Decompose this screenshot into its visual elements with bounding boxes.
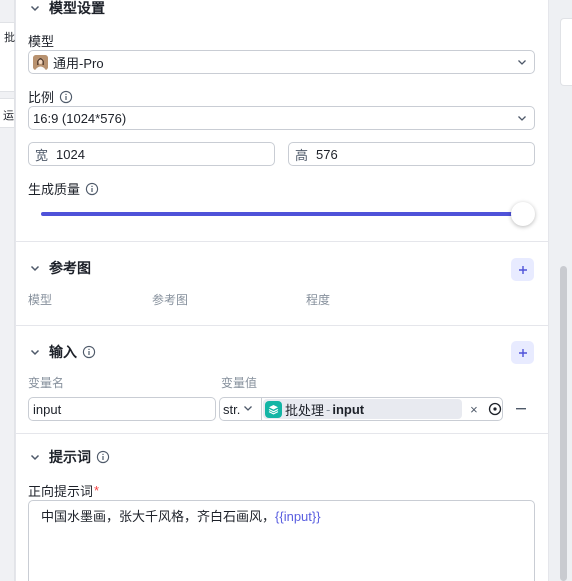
model-label: 模型: [28, 34, 55, 49]
clear-reference-icon[interactable]: ×: [470, 402, 484, 417]
variable-name-value: input: [33, 401, 62, 417]
plus-icon: [518, 265, 527, 274]
info-icon[interactable]: [85, 182, 99, 196]
info-icon[interactable]: [96, 450, 110, 464]
variable-reference-tag[interactable]: 批处理 - input: [263, 399, 463, 419]
canvas-node-label: 批: [4, 32, 15, 44]
panel-scrollbar[interactable]: [560, 266, 567, 581]
section-title: 模型设置: [49, 0, 105, 16]
node-settings-panel: 模型设置 模型 通用-Pro 比例 16:9 (1024*576) 宽 1024…: [15, 0, 549, 581]
section-divider: [16, 325, 548, 326]
ratio-select-value: 16:9 (1024*576): [33, 110, 127, 126]
required-mark: *: [94, 483, 100, 498]
column-header-reference-image: 参考图: [152, 293, 189, 307]
column-header-model: 模型: [28, 293, 53, 307]
add-reference-button[interactable]: [511, 258, 534, 281]
variable-reference-field[interactable]: 批处理 - input ×: [261, 397, 503, 421]
add-input-button[interactable]: [511, 341, 534, 364]
chevron-down-icon: [516, 112, 528, 124]
model-avatar-icon: [33, 54, 48, 70]
height-prefix: 高: [295, 147, 309, 163]
reference-node-name: 批处理: [285, 402, 325, 418]
section-header-input[interactable]: 输入: [28, 342, 96, 362]
width-value: 1024: [56, 146, 85, 162]
chevron-down-icon[interactable]: [28, 345, 42, 359]
target-icon[interactable]: [488, 402, 502, 416]
chevron-down-icon[interactable]: [28, 450, 42, 464]
chevron-down-icon[interactable]: [28, 1, 42, 15]
positive-prompt-label: 正向提示词 *: [28, 483, 100, 499]
height-input[interactable]: 高 576: [288, 142, 535, 166]
column-header-strength: 程度: [306, 293, 331, 307]
quality-label: 生成质量: [28, 179, 99, 198]
remove-input-button[interactable]: [515, 401, 527, 417]
quality-slider-track[interactable]: [41, 212, 523, 216]
positive-prompt-textarea[interactable]: 中国水墨画，张大千风格，齐白石画风，{{input}}: [28, 500, 535, 581]
variable-type-value: str.: [223, 401, 241, 417]
variable-type-select[interactable]: str.: [219, 397, 261, 421]
prompt-variable: {{input}}: [275, 509, 321, 524]
column-header-var-value: 变量值: [221, 376, 258, 390]
section-header-model-settings[interactable]: 模型设置: [28, 0, 105, 18]
ratio-select[interactable]: 16:9 (1024*576): [28, 106, 535, 130]
canvas-node-card[interactable]: 运: [0, 98, 15, 128]
plus-icon: [518, 348, 527, 357]
column-header-var-name: 变量名: [28, 376, 65, 390]
section-header-prompt[interactable]: 提示词: [28, 447, 110, 467]
model-select-value: 通用-Pro: [53, 55, 104, 71]
chevron-down-icon: [516, 56, 528, 68]
info-icon[interactable]: [82, 345, 96, 359]
section-title: 输入: [49, 344, 77, 360]
height-value: 576: [316, 146, 338, 162]
canvas-node-label: 运: [3, 110, 14, 122]
reference-separator: -: [326, 401, 331, 417]
section-title: 参考图: [49, 260, 91, 276]
chevron-down-icon[interactable]: [28, 261, 42, 275]
quality-slider-handle[interactable]: [511, 202, 535, 226]
section-divider: [16, 433, 548, 434]
section-divider: [16, 241, 548, 242]
section-title: 提示词: [49, 449, 91, 465]
section-header-reference-image[interactable]: 参考图: [28, 258, 91, 278]
canvas-right-card[interactable]: [560, 18, 572, 86]
canvas-node-card[interactable]: 批: [0, 22, 15, 92]
prompt-text: 中国水墨画，张大千风格，齐白石画风，: [41, 509, 276, 524]
minus-icon: [516, 408, 526, 410]
info-icon[interactable]: [59, 90, 73, 104]
model-select[interactable]: 通用-Pro: [28, 50, 535, 74]
ratio-label: 比例: [28, 87, 73, 106]
chevron-down-icon: [242, 402, 254, 417]
batch-node-icon: [265, 400, 282, 418]
width-prefix: 宽: [35, 147, 49, 163]
variable-name-input[interactable]: input: [28, 397, 216, 421]
reference-variable-name: input: [332, 401, 365, 417]
width-input[interactable]: 宽 1024: [28, 142, 275, 166]
